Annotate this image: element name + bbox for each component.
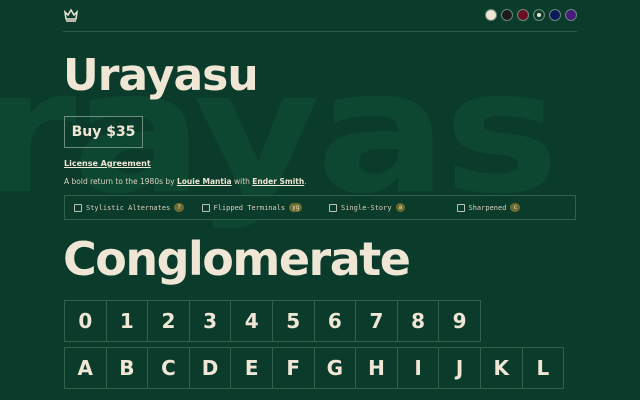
- glyph-cell[interactable]: F: [271, 347, 315, 389]
- swatch-purple[interactable]: [565, 9, 577, 21]
- feature-sharpened[interactable]: Sharpened c: [448, 196, 576, 219]
- swatch-black[interactable]: [501, 9, 513, 21]
- font-title: Urayasu: [63, 50, 259, 101]
- glyph-cell[interactable]: 4: [230, 300, 273, 342]
- swatch-navy[interactable]: [549, 9, 561, 21]
- glyph-cell[interactable]: 3: [188, 300, 232, 342]
- description-prefix: A bold return to the 1980s by: [64, 177, 177, 186]
- swatch-maroon[interactable]: [517, 9, 529, 21]
- feature-stylistic-alternates[interactable]: Stylistic Alternates ?: [65, 196, 193, 219]
- sample-text[interactable]: Conglomerate: [63, 232, 411, 286]
- feature-key-badge: a: [395, 203, 406, 212]
- glyph-cell[interactable]: 6: [313, 300, 357, 342]
- glyph-cell[interactable]: 7: [355, 300, 398, 342]
- buy-button[interactable]: Buy $35: [64, 116, 143, 148]
- opentype-features: Stylistic Alternates ? Flipped Terminals…: [64, 195, 576, 220]
- description-suffix: .: [304, 177, 307, 186]
- feature-key-badge: c: [510, 203, 521, 212]
- glyph-cell[interactable]: H: [355, 347, 398, 389]
- feature-label: Sharpened: [468, 203, 507, 212]
- license-link[interactable]: License Agreement: [64, 159, 151, 168]
- glyph-cell[interactable]: B: [105, 347, 149, 389]
- checkbox-icon[interactable]: [456, 203, 465, 212]
- theme-swatches: [485, 9, 577, 21]
- description: A bold return to the 1980s by Louie Mant…: [64, 177, 307, 186]
- checkbox-icon[interactable]: [74, 203, 82, 212]
- glyph-cell[interactable]: D: [188, 347, 232, 389]
- feature-flipped-terminals[interactable]: Flipped Terminals yg: [193, 196, 321, 219]
- checkbox-icon[interactable]: [201, 203, 210, 212]
- glyph-cell[interactable]: 5: [271, 300, 315, 342]
- feature-label: Stylistic Alternates: [86, 203, 171, 212]
- description-middle: with: [231, 177, 253, 186]
- glyph-cell[interactable]: 2: [147, 300, 190, 342]
- crown-icon[interactable]: [63, 7, 79, 23]
- glyph-cell[interactable]: 1: [105, 300, 149, 342]
- glyph-cell[interactable]: J: [438, 347, 481, 389]
- glyph-cell[interactable]: C: [147, 347, 190, 389]
- collaborator-link[interactable]: Ender Smith: [252, 177, 304, 186]
- feature-label: Flipped Terminals: [213, 203, 286, 212]
- feature-key-badge: yg: [289, 203, 303, 212]
- feature-label: Single-Story: [341, 203, 392, 212]
- digits-grid: 0123456789: [64, 300, 481, 342]
- glyph-cell[interactable]: L: [521, 347, 565, 389]
- glyph-cell[interactable]: E: [230, 347, 273, 389]
- glyph-cell[interactable]: A: [64, 347, 107, 389]
- swatch-green[interactable]: [533, 9, 545, 21]
- glyph-cell[interactable]: 8: [396, 300, 440, 342]
- header: [63, 0, 577, 32]
- feature-single-story[interactable]: Single-Story a: [320, 196, 448, 219]
- swatch-light[interactable]: [485, 9, 497, 21]
- glyph-cell[interactable]: I: [396, 347, 440, 389]
- letters-grid: ABCDEFGHIJKL: [64, 347, 565, 389]
- checkbox-icon[interactable]: [329, 203, 337, 212]
- glyph-cell[interactable]: 9: [438, 300, 481, 342]
- glyph-cell[interactable]: 0: [64, 300, 107, 342]
- glyph-cell[interactable]: K: [479, 347, 523, 389]
- feature-key-badge: ?: [174, 203, 184, 212]
- glyph-cell[interactable]: G: [313, 347, 357, 389]
- author-link[interactable]: Louie Mantia: [177, 177, 232, 186]
